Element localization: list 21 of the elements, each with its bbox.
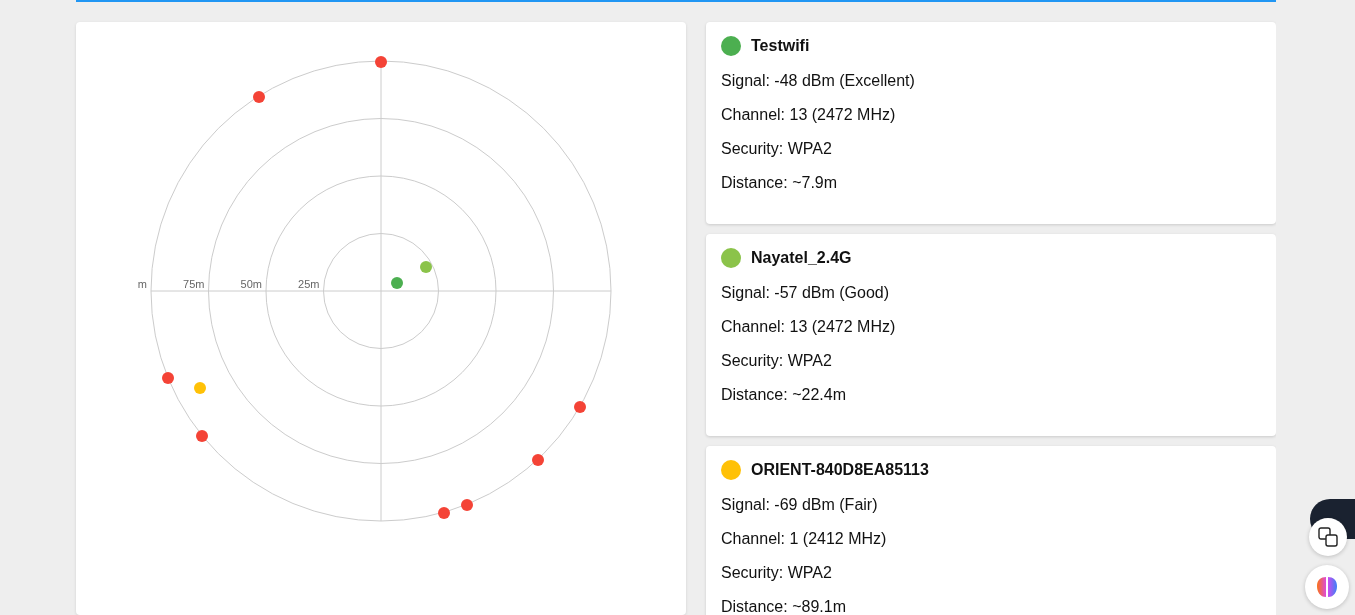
network-detail: Security: WPA2 bbox=[721, 139, 833, 159]
network-detail: Signal: -69 dBm (Fair) bbox=[721, 495, 879, 515]
network-name: Testwifi bbox=[751, 37, 810, 55]
network-name: Nayatel_2.4G bbox=[751, 249, 852, 267]
network-detail: Signal: -57 dBm (Good) bbox=[721, 283, 891, 303]
network-detail: Security: WPA2 bbox=[721, 351, 833, 371]
ring-label: m bbox=[137, 278, 147, 290]
network-detail: Channel: 13 (2472 MHz) bbox=[721, 105, 897, 125]
brain-icon bbox=[1314, 574, 1340, 600]
ring-label: 75m bbox=[183, 278, 205, 290]
brain-button[interactable] bbox=[1305, 565, 1349, 609]
network-detail: Distance: ~7.9m bbox=[721, 173, 839, 193]
network-detail: Distance: ~89.1m bbox=[721, 597, 847, 615]
network-detail: Channel: 1 (2412 MHz) bbox=[721, 529, 888, 549]
ring-label: 50m bbox=[240, 278, 262, 290]
ring-label: 25m bbox=[298, 278, 320, 290]
network-detail: Distance: ~22.4m bbox=[721, 385, 847, 405]
network-name: ORIENT-840D8EA85113 bbox=[751, 461, 929, 479]
network-detail: Channel: 13 (2472 MHz) bbox=[721, 317, 897, 337]
network-detail: Security: WPA2 bbox=[721, 563, 833, 583]
network-detail: Signal: -48 dBm (Excellent) bbox=[721, 71, 916, 91]
